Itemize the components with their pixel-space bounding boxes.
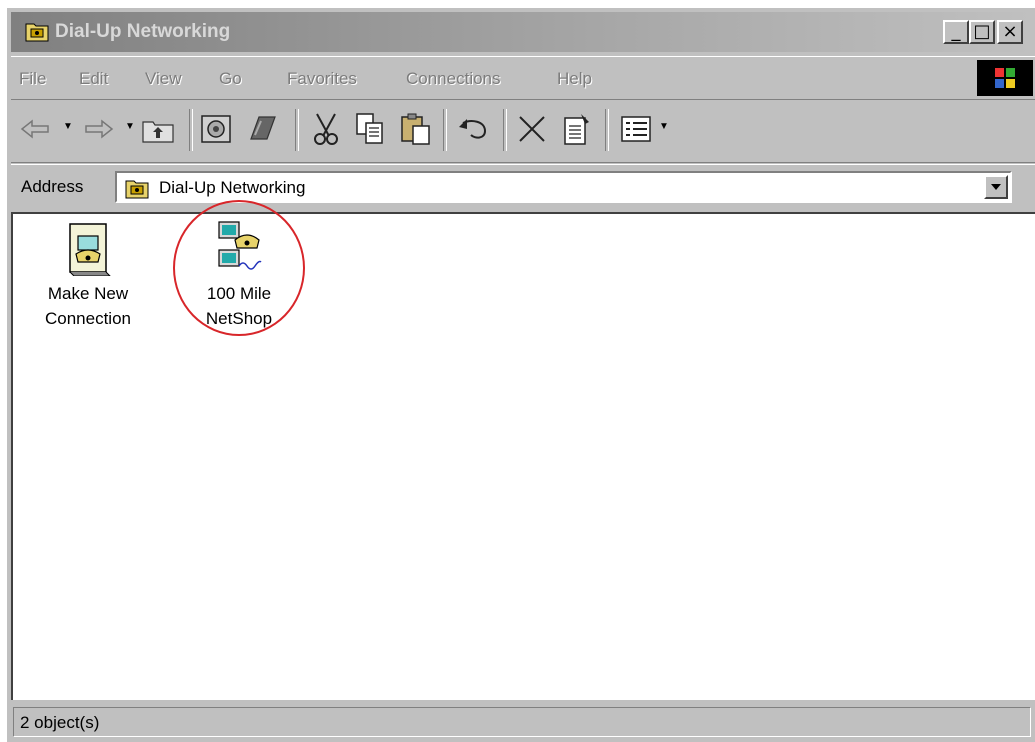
toolbar-separator	[605, 109, 609, 151]
menu-view[interactable]: View	[145, 69, 182, 89]
up-folder-icon	[142, 121, 174, 143]
delete-button[interactable]	[513, 109, 551, 149]
toolbar-separator	[503, 109, 507, 151]
address-label: Address	[21, 177, 84, 196]
undo-button[interactable]	[455, 109, 493, 149]
menu-file[interactable]: File	[19, 69, 46, 89]
map-drive-button[interactable]	[197, 109, 235, 149]
paste-button[interactable]	[397, 109, 435, 149]
maximize-button[interactable]: □	[969, 20, 995, 44]
up-button[interactable]	[139, 109, 177, 149]
back-icon	[20, 119, 49, 139]
menu-connections[interactable]: Connections	[406, 69, 501, 89]
title-bar[interactable]: Dial-Up Networking _ □ ×	[11, 12, 1035, 52]
address-value: Dial-Up Networking	[159, 178, 306, 197]
address-dropdown-button[interactable]	[984, 175, 1008, 199]
make-new-connection-item[interactable]: Make New Connection	[33, 220, 143, 331]
folder-content[interactable]: Make New Connection 100 Mile NetShop	[11, 200, 1035, 700]
make-new-connection-icon	[69, 223, 112, 277]
cut-button[interactable]	[307, 109, 345, 149]
undo-icon	[459, 119, 487, 139]
delete-icon	[519, 116, 545, 142]
views-dropdown-icon[interactable]: ▼	[659, 121, 669, 132]
cut-icon	[314, 113, 338, 145]
item-label-line1: 100 Mile	[206, 284, 272, 303]
disconnect-drive-button[interactable]	[243, 109, 281, 149]
properties-button[interactable]	[557, 109, 595, 149]
dialup-networking-window: Dial-Up Networking _ □ × File Edit View …	[7, 8, 1035, 742]
status-bar: 2 object(s)	[11, 701, 1035, 742]
address-bar: Address Dial-Up Networking	[11, 164, 1035, 210]
toolbar: ▼ ▼ ▼	[11, 101, 1035, 163]
windows-flag-icon	[995, 68, 1015, 88]
toolbar-separator	[443, 109, 447, 151]
item-label-line1: Make New	[47, 284, 129, 303]
forward-icon	[85, 119, 114, 139]
close-button[interactable]: ×	[997, 20, 1023, 44]
chevron-down-icon	[991, 184, 1001, 190]
window-title: Dial-Up Networking	[55, 21, 231, 42]
views-button[interactable]	[617, 109, 655, 149]
item-label-line2: NetShop	[205, 309, 273, 328]
connection-item-100-mile-netshop[interactable]: 100 Mile NetShop	[184, 220, 294, 331]
copy-button[interactable]	[351, 109, 389, 149]
menu-bar: File Edit View Go Favorites Connections …	[11, 56, 1035, 100]
menu-edit[interactable]: Edit	[79, 69, 108, 89]
forward-dropdown-icon[interactable]: ▼	[125, 121, 135, 132]
copy-icon	[356, 113, 383, 144]
windows-logo	[977, 60, 1033, 96]
toolbar-separator	[295, 109, 299, 151]
views-icon	[621, 116, 651, 142]
forward-button[interactable]	[79, 109, 117, 149]
menu-go[interactable]: Go	[219, 69, 242, 89]
minimize-button[interactable]: _	[943, 20, 969, 44]
map-drive-icon	[201, 115, 231, 143]
folder-phone-icon	[25, 23, 49, 42]
dialup-connection-icon	[218, 221, 262, 270]
status-text: 2 object(s)	[20, 713, 100, 732]
menu-favorites[interactable]: Favorites	[287, 69, 357, 89]
back-button[interactable]	[17, 109, 55, 149]
status-pane: 2 object(s)	[13, 707, 1031, 737]
back-dropdown-icon[interactable]: ▼	[63, 121, 73, 132]
item-label-line2: Connection	[44, 309, 131, 328]
properties-icon	[564, 114, 589, 145]
paste-icon	[401, 113, 430, 145]
menu-help[interactable]: Help	[557, 69, 592, 89]
toolbar-separator	[189, 109, 193, 151]
address-field[interactable]: Dial-Up Networking	[115, 171, 1012, 203]
folder-phone-icon	[125, 180, 149, 199]
disconnect-drive-icon	[250, 116, 276, 140]
